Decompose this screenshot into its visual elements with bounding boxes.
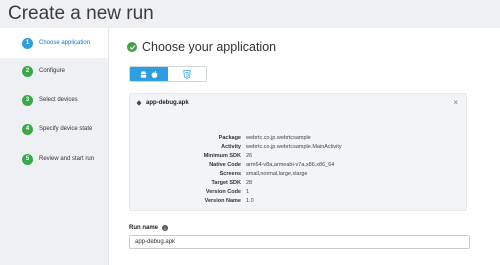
check-circle-icon (127, 42, 137, 52)
remove-app-button[interactable]: × (453, 99, 458, 107)
step-number: 1 (22, 37, 33, 49)
detail-row: Version Name 1.0 (130, 196, 466, 205)
app-card: app-debug.apk × Package webrtc.co.jp.web… (129, 93, 467, 211)
step-number: 4 (22, 123, 33, 135)
detail-row: Native Code arm64-v8a,armeabi-v7a,x86,x8… (130, 160, 466, 169)
detail-value: 28 (246, 179, 253, 186)
detail-key: Minimum SDK (203, 152, 241, 159)
platform-toggle (129, 66, 207, 82)
step-number: 5 (22, 153, 33, 165)
step-label: Configure (39, 68, 66, 74)
main-panel: Choose your application app-debug.apk × … (108, 28, 500, 265)
apple-icon (151, 70, 158, 78)
detail-value: 1.0 (246, 197, 254, 204)
android-icon (140, 70, 147, 78)
detail-key: Version Name (204, 197, 241, 204)
step-label: Select devices (39, 97, 78, 103)
step-review-and-start-run[interactable]: 5 Review and start run (0, 144, 108, 174)
heading-text: Choose your application (142, 40, 277, 54)
web-platform-button[interactable] (168, 67, 206, 81)
app-details: Package webrtc.co.jp.webrtcsample Activi… (130, 133, 466, 205)
step-label: Review and start run (39, 156, 95, 162)
detail-row: Minimum SDK 26 (130, 151, 466, 160)
step-label: Specify device state (39, 126, 93, 132)
html5-icon (183, 69, 191, 79)
detail-key: Activity (221, 143, 241, 150)
detail-row: Target SDK 28 (130, 178, 466, 187)
step-specify-device-state[interactable]: 4 Specify device state (0, 114, 108, 144)
detail-row: Screens small,normal,large,xlarge (130, 169, 466, 178)
detail-value: webrtc.co.jp.webrtcsample.MainActivity (246, 143, 342, 150)
detail-row: Activity webrtc.co.jp.webrtcsample.MainA… (130, 142, 466, 151)
step-select-devices[interactable]: 3 Select devices (0, 85, 108, 115)
detail-value: small,normal,large,xlarge (246, 170, 308, 177)
detail-key: Version Code (205, 188, 241, 195)
step-choose-application[interactable]: 1 Choose application (0, 28, 108, 58)
detail-value: 26 (246, 152, 253, 159)
detail-row: Version Code 1 (130, 187, 466, 196)
run-name-label-text: Run name (129, 225, 159, 231)
run-name-label: Run name i (129, 225, 169, 231)
page-title: Create a new run (8, 3, 154, 24)
run-name-input[interactable] (129, 235, 470, 249)
detail-value: 1 (246, 188, 250, 195)
detail-key: Package (218, 134, 241, 141)
step-number: 2 (22, 65, 33, 77)
step-number: 3 (22, 94, 33, 106)
app-file-name: app-debug.apk (146, 100, 189, 106)
info-icon[interactable]: i (162, 225, 169, 231)
detail-value: arm64-v8a,armeabi-v7a,x86,x86_64 (246, 161, 335, 168)
detail-key: Native Code (209, 161, 241, 168)
detail-key: Target SDK (211, 179, 241, 186)
detail-key: Screens (219, 170, 241, 177)
detail-row: Package webrtc.co.jp.webrtcsample (130, 133, 466, 142)
step-configure[interactable]: 2 Configure (0, 56, 108, 86)
app-header: app-debug.apk (136, 100, 189, 106)
detail-value: webrtc.co.jp.webrtcsample (246, 134, 311, 141)
android-ios-platform-button[interactable] (130, 67, 168, 81)
step-label: Choose application (39, 40, 91, 46)
section-heading: Choose your application (127, 40, 276, 54)
package-icon (136, 100, 142, 106)
